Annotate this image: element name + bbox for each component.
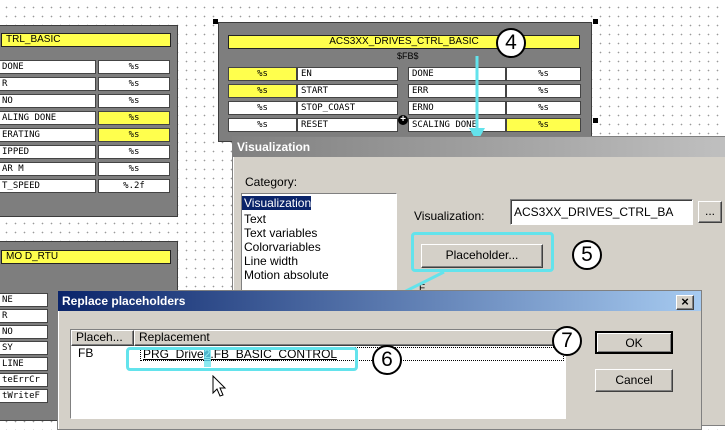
visualization-field-label: Visualization: [414, 209, 485, 223]
fb-output-value[interactable]: %s [98, 94, 170, 108]
fb-instance-name: $FB$ [397, 51, 419, 61]
fb-output-value[interactable]: %s [98, 77, 170, 91]
fb-input-name: START [297, 84, 398, 98]
fb-output-value[interactable]: %s [98, 128, 170, 142]
mouse-pointer-icon [212, 375, 227, 397]
fb-output-name: ERR [408, 84, 506, 98]
selection-handle[interactable] [593, 19, 598, 24]
fb-output-value[interactable]: %s [506, 67, 581, 81]
selection-handle[interactable] [593, 118, 598, 123]
visualization-title: Visualization [237, 140, 311, 154]
fb-input-name: LINE [0, 357, 48, 371]
category-item[interactable]: Line width [242, 254, 396, 268]
fb-input-value[interactable]: %s [228, 84, 297, 98]
placeholder-table[interactable]: Placeh... Replacement FB PRG_Drive2.FB_B… [70, 329, 566, 419]
fb-output-value[interactable]: %s [506, 101, 581, 115]
fb-input-name: EN [297, 67, 398, 81]
placeholder-highlight [411, 232, 554, 272]
fb-output-name: ERNO [408, 101, 506, 115]
fb-output-name: ERATING [0, 128, 96, 142]
category-label: Category: [245, 175, 298, 189]
fb-title: TRL_BASIC [1, 33, 171, 47]
fb-output-value[interactable]: %s [98, 60, 170, 74]
replace-title: Replace placeholders [62, 294, 186, 308]
replacement-highlight [126, 347, 358, 371]
visualization-input-value: ACS3XX_DRIVES_CTRL_BA [514, 205, 674, 219]
move-cross-icon: + [398, 115, 408, 125]
fb-input-name: STOP_COAST [297, 101, 398, 115]
cancel-button[interactable]: Cancel [595, 369, 673, 392]
ok-button[interactable]: OK [595, 331, 673, 354]
fb-output-name: SCALING DONE [408, 118, 506, 132]
fb-input-name: tWriteF [0, 389, 48, 403]
fb-output-value[interactable]: %.2f [98, 179, 170, 193]
fb-output-name: AR M [0, 162, 96, 176]
fb-output-value[interactable]: %s [98, 145, 170, 159]
browse-button[interactable]: ... [698, 201, 722, 223]
fb-output-name: NO [0, 94, 96, 108]
fb-output-value[interactable]: %s [506, 84, 581, 98]
callout-7: 7 [552, 326, 582, 356]
close-icon[interactable]: × [676, 295, 694, 310]
category-item[interactable]: Text [242, 212, 396, 226]
fb-output-name: R [0, 77, 96, 91]
fb-output-value[interactable]: %s [98, 162, 170, 176]
fb-output-name: DONE [0, 60, 96, 74]
fb-input-value[interactable]: %s [228, 67, 297, 81]
placeholder-cell[interactable]: FB [78, 346, 93, 360]
fb-output-name: IPPED [0, 145, 96, 159]
selection-handle[interactable] [213, 19, 218, 24]
fb-input-name: RESET [297, 118, 398, 132]
visualization-title-bar[interactable]: Visualization [233, 137, 725, 157]
arrow-to-visualization [469, 56, 485, 142]
fb-input-value[interactable]: %s [228, 101, 297, 115]
fb-input-name: SY [0, 341, 48, 355]
fb-title: ACS3XX_DRIVES_CTRL_BASIC [228, 35, 580, 49]
fb-output-name: ALING DONE [0, 111, 96, 125]
callout-5: 5 [572, 240, 602, 270]
visualization-input[interactable]: ACS3XX_DRIVES_CTRL_BA [510, 199, 693, 225]
fb-output-name: T_SPEED [0, 179, 96, 193]
fb-output-name: DONE [408, 67, 506, 81]
fb-input-name: NE [0, 293, 48, 307]
fb-input-name: R [0, 309, 48, 323]
fb-output-value[interactable]: %s [506, 118, 581, 132]
column-header-placeholder[interactable]: Placeh... [71, 330, 134, 346]
fb-output-value[interactable]: %s [98, 111, 170, 125]
category-item[interactable]: Text variables [242, 226, 396, 240]
fb-title: MO D_RTU [1, 250, 171, 264]
callout-6: 6 [372, 345, 402, 375]
fb-input-name: teErrCr [0, 373, 48, 387]
fb-input-name: NO [0, 325, 48, 339]
replace-title-bar[interactable]: Replace placeholders [58, 291, 701, 311]
category-item[interactable]: Visualization [242, 196, 312, 210]
fb-input-value[interactable]: %s [228, 118, 297, 132]
caret-highlight [204, 350, 211, 367]
column-header-replacement[interactable]: Replacement [134, 330, 565, 346]
callout-4: 4 [496, 28, 526, 58]
category-item[interactable]: Colorvariables [242, 240, 396, 254]
